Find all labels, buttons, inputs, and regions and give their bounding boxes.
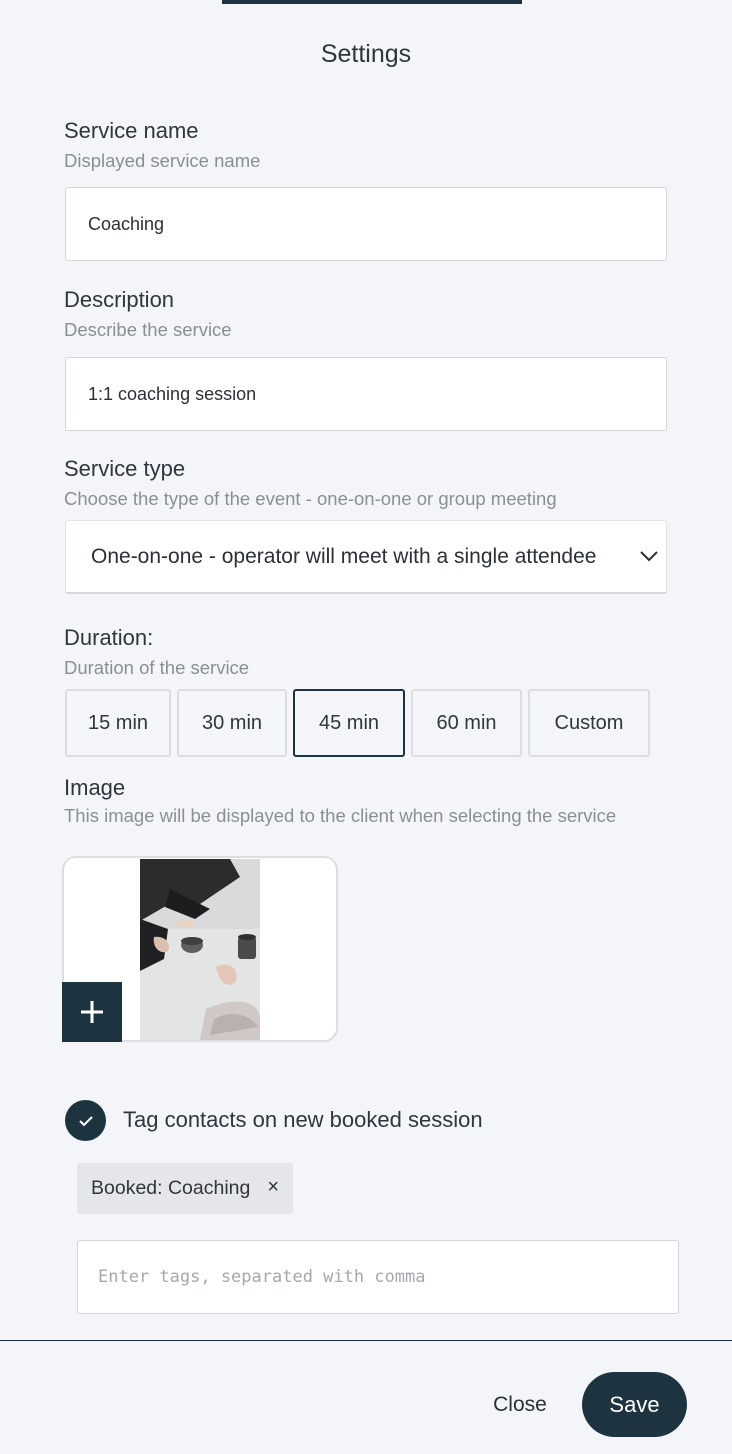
description-value: 1:1 coaching session (88, 383, 257, 404)
description-section: Description Describe the service (64, 286, 668, 342)
service-type-selected: One-on-one - operator will meet with a s… (91, 544, 597, 568)
save-button[interactable]: Save (582, 1372, 687, 1437)
plus-icon (81, 1001, 103, 1023)
duration-option-45[interactable]: 45 min (293, 689, 405, 757)
image-hint: This image will be displayed to the clie… (64, 805, 617, 826)
description-label: Description (64, 287, 175, 312)
tag-chip: Booked: Coaching × (77, 1163, 293, 1214)
service-type-label: Service type (64, 456, 186, 481)
duration-option-30[interactable]: 30 min (177, 689, 287, 757)
duration-option-60[interactable]: 60 min (411, 689, 522, 757)
duration-hint: Duration of the service (64, 657, 250, 678)
close-button[interactable]: Close (478, 1380, 562, 1430)
footer-divider (0, 1340, 732, 1341)
duration-section: Duration: Duration of the service (64, 624, 668, 680)
service-image (140, 859, 260, 1040)
service-name-label: Service name (64, 118, 199, 143)
checkmark-icon (78, 1115, 93, 1126)
chevron-down-icon (640, 551, 658, 562)
page-title: Settings (320, 40, 412, 68)
service-type-section: Service type Choose the type of the even… (64, 455, 668, 511)
service-name-value: Coaching (88, 213, 165, 234)
service-type-select[interactable]: One-on-one - operator will meet with a s… (65, 520, 667, 594)
tags-input[interactable] (77, 1240, 679, 1314)
add-image-button[interactable] (62, 982, 122, 1042)
service-name-input[interactable]: Coaching (65, 187, 667, 261)
remove-tag-icon[interactable]: × (267, 1176, 279, 1199)
description-input[interactable]: 1:1 coaching session (65, 357, 667, 431)
tag-contacts-checkbox[interactable] (65, 1100, 106, 1141)
service-name-hint: Displayed service name (64, 150, 261, 171)
image-section: Image This image will be displayed to th… (64, 774, 668, 828)
duration-label: Duration: (64, 625, 154, 650)
image-label: Image (64, 775, 126, 800)
duration-option-custom[interactable]: Custom (528, 689, 650, 757)
duration-option-15[interactable]: 15 min (65, 689, 171, 757)
tag-contacts-label: Tag contacts on new booked session (123, 1107, 483, 1132)
description-hint: Describe the service (64, 319, 232, 340)
tag-chip-label: Booked: Coaching (91, 1177, 251, 1199)
service-type-hint: Choose the type of the event - one-on-on… (64, 488, 557, 509)
top-indicator-bar (222, 0, 522, 4)
service-name-section: Service name Displayed service name (64, 117, 668, 173)
